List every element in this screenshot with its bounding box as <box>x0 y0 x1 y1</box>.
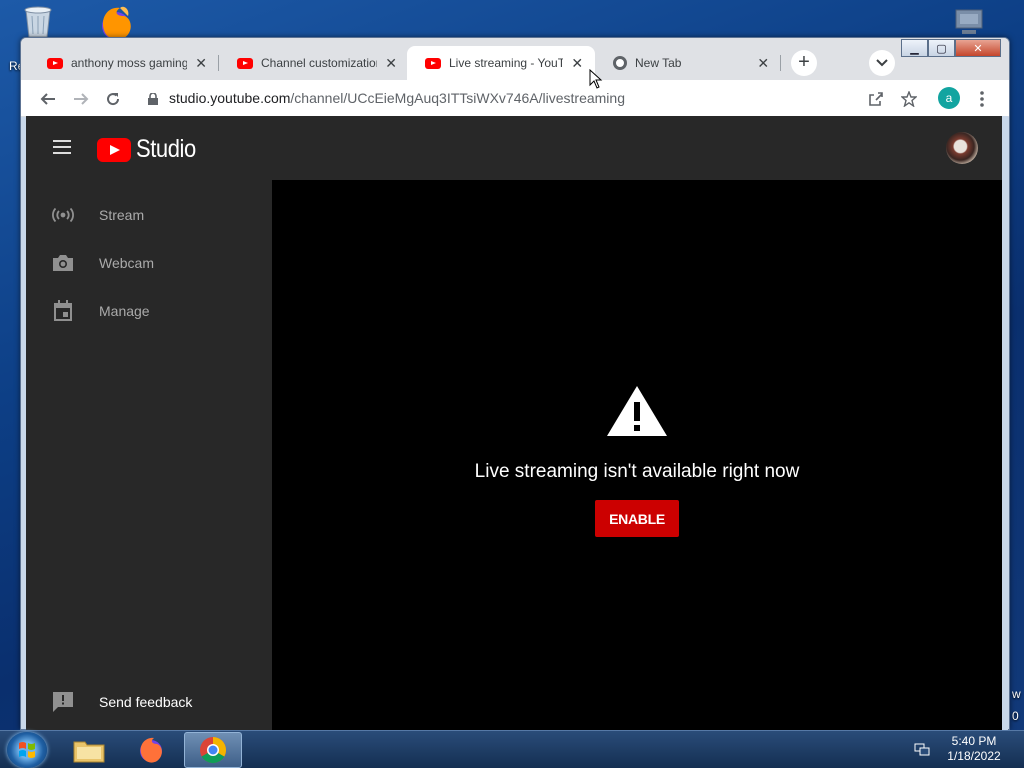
windows-logo-icon <box>19 742 35 758</box>
taskbar: 5:40 PM 1/18/2022 <box>0 730 1024 768</box>
desktop-partial-label: w <box>1012 687 1021 701</box>
nav-item-manage[interactable]: Manage <box>26 287 272 335</box>
window-frame-edge <box>1002 116 1008 730</box>
calendar-icon <box>51 299 75 323</box>
mouse-cursor-icon <box>589 69 603 89</box>
taskbar-chrome[interactable] <box>184 732 242 768</box>
chrome-icon <box>200 737 227 764</box>
desktop-partial-label: 0 <box>1012 709 1019 723</box>
studio-sidebar: Stream Webcam Manage Send feedback <box>26 180 272 730</box>
firefox-icon <box>140 737 162 763</box>
nav-label: Stream <box>99 207 145 223</box>
clock-time: 5:40 PM <box>951 734 997 748</box>
hamburger-menu-icon[interactable] <box>53 140 71 154</box>
youtube-logo-icon <box>97 137 131 162</box>
warning-icon <box>607 386 667 436</box>
studio-header: Studio <box>26 116 1002 180</box>
main-content: Live streaming isn't available right now… <box>272 180 1002 730</box>
enable-button[interactable]: ENABLE <box>595 500 679 537</box>
network-desktop-icon[interactable] <box>950 8 992 38</box>
nav-item-webcam[interactable]: Webcam <box>26 239 272 287</box>
broadcast-icon <box>51 203 75 227</box>
folder-icon <box>73 741 105 763</box>
firefox-desktop-icon[interactable] <box>94 4 140 40</box>
account-avatar[interactable] <box>946 132 978 164</box>
nav-label: Webcam <box>99 255 154 271</box>
nav-label: Send feedback <box>99 694 193 710</box>
send-feedback-button[interactable]: Send feedback <box>26 678 272 726</box>
network-tray-icon[interactable] <box>914 741 930 757</box>
nav-label: Manage <box>99 303 150 319</box>
start-button[interactable] <box>7 732 47 768</box>
recycle-bin-icon[interactable] <box>18 4 58 38</box>
tray-clock[interactable]: 5:40 PM 1/18/2022 <box>940 734 1008 764</box>
nav-item-stream[interactable]: Stream <box>26 191 272 239</box>
logo-text: Studio <box>136 135 196 163</box>
unavailable-message: Live streaming isn't available right now <box>474 461 800 482</box>
youtube-studio-logo[interactable]: Studio <box>97 135 204 164</box>
camera-icon <box>51 251 75 275</box>
feedback-icon <box>51 690 75 714</box>
clock-date: 1/18/2022 <box>947 749 1001 763</box>
taskbar-explorer[interactable] <box>60 732 118 768</box>
taskbar-firefox[interactable] <box>122 732 180 768</box>
